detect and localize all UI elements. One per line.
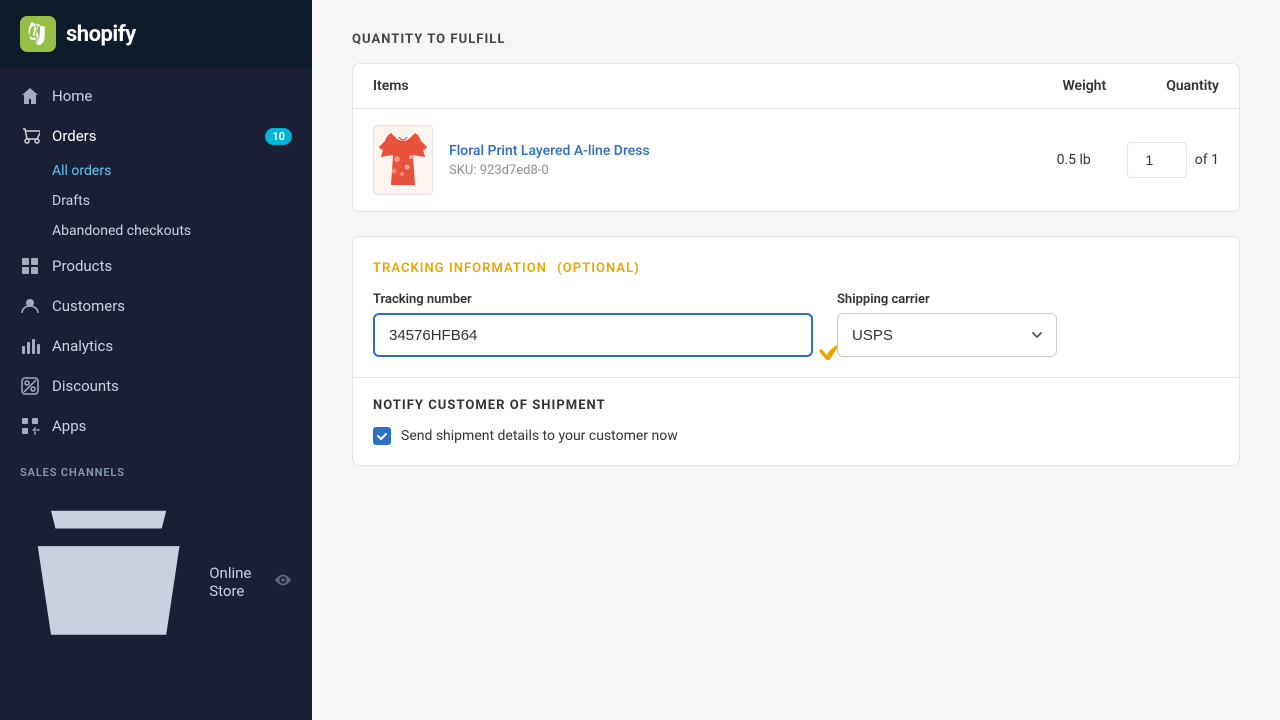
- sidebar-item-home-label: Home: [52, 87, 92, 105]
- tracking-title-text: TRACKING INFORMATION: [373, 261, 547, 276]
- customers-icon: [20, 296, 40, 316]
- notify-checkbox-row: Send shipment details to your customer n…: [373, 427, 1219, 445]
- apps-icon: [20, 416, 40, 436]
- sidebar-header: shopify: [0, 0, 312, 68]
- brand-name: shopify: [66, 22, 136, 47]
- sidebar-item-customers-label: Customers: [52, 297, 125, 315]
- item-details: Floral Print Layered A-line Dress SKU: 9…: [449, 143, 995, 178]
- main-content: QUANTITY TO FULFILL Items Weight Quantit…: [312, 0, 1280, 720]
- online-store-icon: [20, 493, 197, 670]
- carrier-select-wrap: USPS FedEx UPS DHL Other: [837, 313, 1057, 357]
- notify-title: NOTIFY CUSTOMER OF SHIPMENT: [373, 398, 1219, 413]
- item-sku: SKU: 923d7ed8-0: [449, 163, 995, 178]
- nav-section-main: Home Orders 10 All orders Drafts Abandon…: [0, 68, 312, 454]
- item-row: Floral Print Layered A-line Dress SKU: 9…: [353, 109, 1239, 211]
- sidebar-item-products-label: Products: [52, 257, 112, 275]
- notify-checkbox[interactable]: [373, 427, 391, 445]
- item-weight: 0.5 lb: [1011, 152, 1091, 168]
- tracking-optional-label: (OPTIONAL): [557, 261, 640, 276]
- tracking-input-wrap: [373, 313, 813, 357]
- discounts-icon: [20, 376, 40, 396]
- sidebar-item-orders[interactable]: Orders 10: [0, 116, 312, 156]
- sidebar-item-all-orders[interactable]: All orders: [52, 156, 312, 186]
- sales-channels-label: SALES CHANNELS: [0, 454, 312, 483]
- products-icon: [20, 256, 40, 276]
- tracking-number-input[interactable]: [373, 313, 813, 357]
- item-image: [373, 125, 433, 195]
- online-store-label: Online Store: [209, 564, 262, 600]
- tracking-header: TRACKING INFORMATION (OPTIONAL): [353, 237, 1239, 276]
- shipping-carrier-select[interactable]: USPS FedEx UPS DHL Other: [837, 313, 1057, 357]
- sidebar-item-customers[interactable]: Customers: [0, 286, 312, 326]
- sidebar-item-analytics-label: Analytics: [52, 337, 113, 355]
- col-weight-header: Weight: [1062, 78, 1106, 94]
- col-quantity-header: Quantity: [1166, 78, 1219, 94]
- analytics-icon: [20, 336, 40, 356]
- sidebar-item-discounts-label: Discounts: [52, 377, 119, 395]
- dress-illustration: [377, 129, 429, 191]
- orders-badge: 10: [265, 128, 292, 145]
- quantity-card: Items Weight Quantity: [352, 63, 1240, 212]
- shopify-logo-icon: [20, 16, 56, 52]
- home-icon: [20, 86, 40, 106]
- sidebar: shopify Home Orders 10 All orders Drafts…: [0, 0, 312, 720]
- table-header-right: Weight Quantity: [1062, 78, 1219, 94]
- shipping-carrier-group: Shipping carrier USPS FedEx UPS DHL Othe…: [837, 292, 1057, 357]
- tracking-number-group: Tracking number: [373, 292, 813, 357]
- sidebar-item-orders-label: Orders: [52, 127, 97, 145]
- sku-value: 923d7ed8-0: [480, 163, 549, 178]
- sidebar-item-analytics[interactable]: Analytics: [0, 326, 312, 366]
- tracking-card: TRACKING INFORMATION (OPTIONAL) Tracking…: [352, 236, 1240, 466]
- checkmark-icon: [376, 430, 388, 442]
- sidebar-item-apps-label: Apps: [52, 417, 86, 435]
- sidebar-item-abandoned-checkouts[interactable]: Abandoned checkouts: [52, 216, 312, 246]
- item-quantity-wrap: of 1: [1127, 142, 1219, 178]
- orders-icon: [20, 126, 40, 146]
- quantity-of: of 1: [1195, 152, 1219, 168]
- sidebar-item-discounts[interactable]: Discounts: [0, 366, 312, 406]
- tracking-form: Tracking number Shipping carrier USPS Fe…: [353, 292, 1239, 377]
- shipping-carrier-label: Shipping carrier: [837, 292, 1057, 307]
- sidebar-item-products[interactable]: Products: [0, 246, 312, 286]
- online-store-visibility-icon[interactable]: [274, 571, 292, 593]
- tracking-title: TRACKING INFORMATION (OPTIONAL): [373, 261, 640, 276]
- sidebar-item-apps[interactable]: Apps: [0, 406, 312, 446]
- notify-section: NOTIFY CUSTOMER OF SHIPMENT Send shipmen…: [353, 378, 1239, 465]
- notify-checkbox-label: Send shipment details to your customer n…: [401, 428, 678, 444]
- table-header: Items Weight Quantity: [353, 64, 1239, 109]
- sidebar-item-home[interactable]: Home: [0, 76, 312, 116]
- col-items-header: Items: [373, 78, 409, 94]
- quantity-input[interactable]: [1127, 142, 1187, 178]
- sku-label: SKU:: [449, 163, 476, 178]
- sidebar-item-drafts[interactable]: Drafts: [52, 186, 312, 216]
- item-name: Floral Print Layered A-line Dress: [449, 143, 995, 159]
- tracking-number-label: Tracking number: [373, 292, 813, 307]
- section-title-quantity: QUANTITY TO FULFILL: [352, 32, 1240, 47]
- orders-subnav: All orders Drafts Abandoned checkouts: [0, 156, 312, 246]
- sales-channels-row: Online Store: [0, 483, 312, 680]
